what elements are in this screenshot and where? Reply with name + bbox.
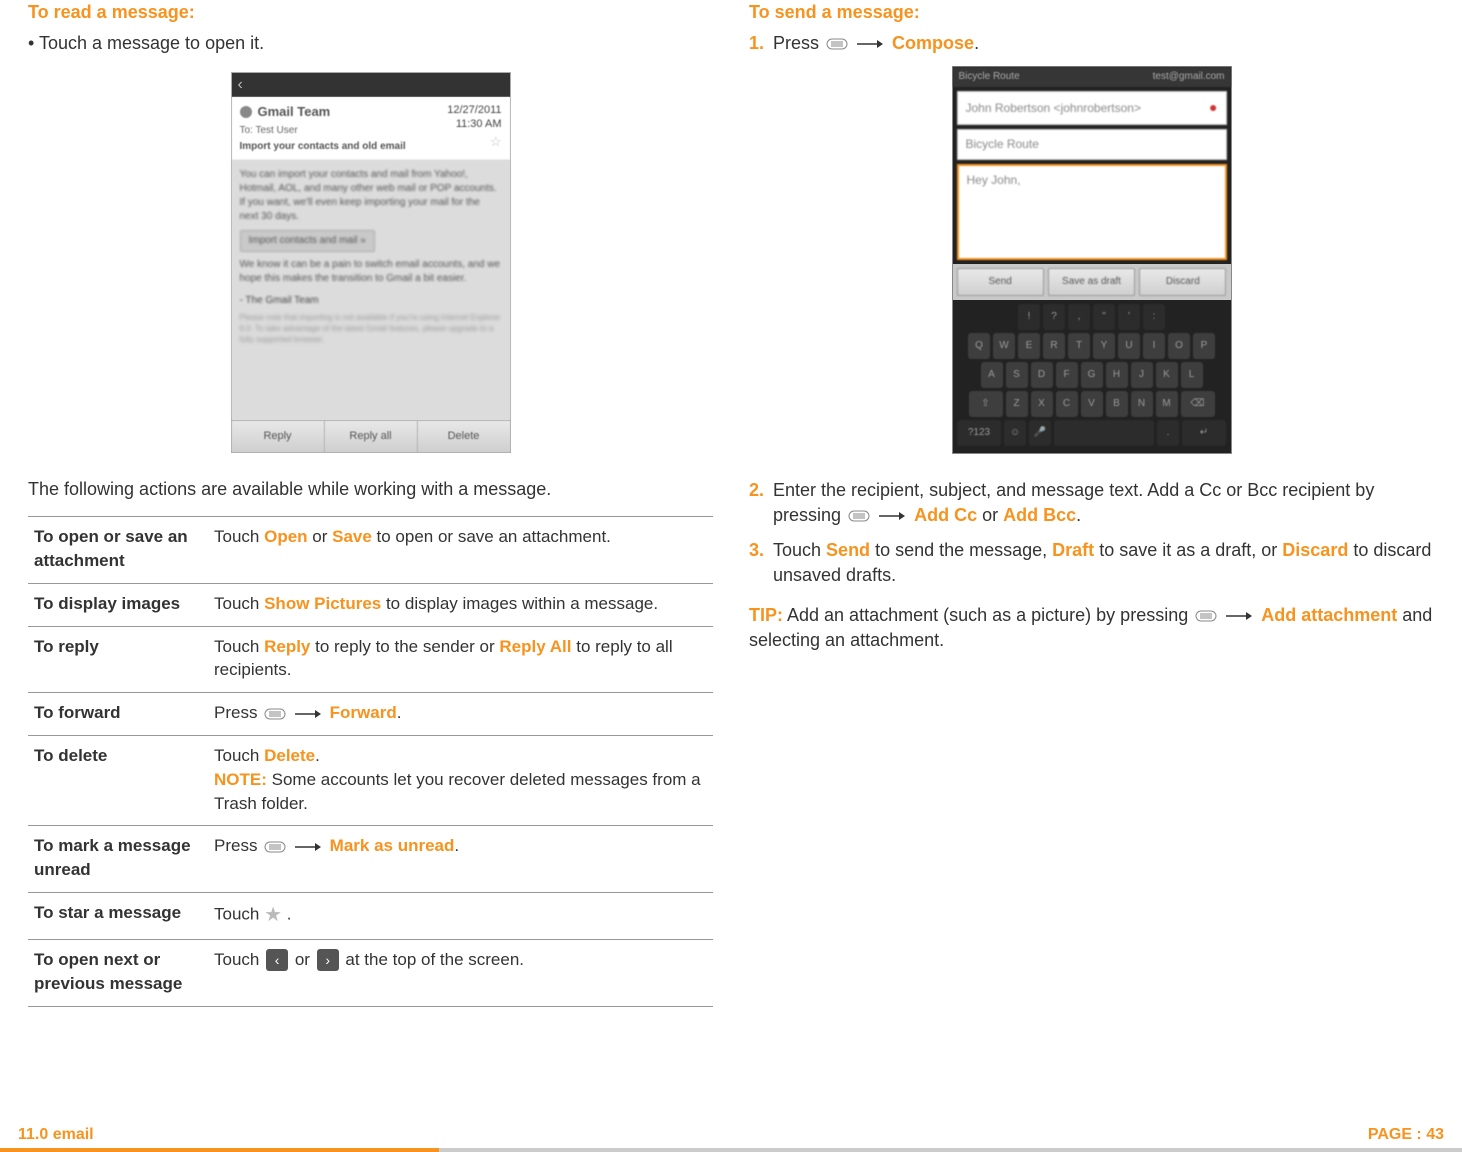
back-icon: ‹ [238,74,243,96]
prev-icon: ‹ [266,949,288,971]
step3-text: Touch Send to send the message, Draft to… [773,538,1434,588]
step3-num: 3. [749,538,773,588]
r1-text: Touch Open or Save to open or save an at… [208,517,713,584]
arrow-icon [857,39,883,49]
star-icon: ☆ [490,133,502,151]
menu-icon [264,841,286,853]
menu-icon [826,38,848,50]
tip-text: TIP: Add an attachment (such as a pictur… [749,603,1434,653]
progress-bar [0,1148,1462,1152]
r8-label: To open next or previous message [28,939,208,1006]
menu-icon [848,510,870,522]
r7-text: Touch ★ . [208,892,713,939]
r2-label: To display images [28,583,208,626]
star-icon: ★ [264,904,282,926]
alert-icon: ● [1209,98,1217,118]
arrow-icon [295,842,321,852]
r4-label: To forward [28,693,208,736]
ps-reply-btn: Reply [232,421,325,452]
arrow-icon [879,511,905,521]
cs-discard-btn: Discard [1139,268,1226,296]
cs-title-right: test@gmail.com [1153,70,1225,84]
cs-send-btn: Send [957,268,1044,296]
r6-text: Press Mark as unread. [208,826,713,893]
cs-save-btn: Save as draft [1048,268,1135,296]
ps-from: Gmail Team [258,103,331,121]
next-icon: › [317,949,339,971]
r2-text: Touch Show Pictures to display images wi… [208,583,713,626]
menu-icon [264,708,286,720]
keyboard: !?,"': QWERTYUIOP ASDFGHJKL ⇧ZXCVBNM⌫ ?1… [953,300,1231,453]
ps-replyall-btn: Reply all [325,421,418,452]
cs-subject: Bicycle Route [966,136,1039,153]
r5-label: To delete [28,735,208,825]
left-bullet: • Touch a message to open it. [28,31,713,56]
cs-title-left: Bicycle Route [959,70,1020,84]
r8-text: Touch ‹ or › at the top of the screen. [208,939,713,1006]
r1-label: To open or save an attachment [28,517,208,584]
footer-right: PAGE : 43 [1368,1124,1444,1146]
r5-text: Touch Delete. NOTE: Some accounts let yo… [208,735,713,825]
step2-num: 2. [749,478,773,528]
r4-text: Press Forward. [208,693,713,736]
arrow-icon [295,709,321,719]
ps-body1: You can import your contacts and mail fr… [240,168,502,224]
r7-label: To star a message [28,892,208,939]
ps-delete-btn: Delete [418,421,510,452]
ps-import-btn: Import contacts and mail » [240,230,375,252]
ps-body2: We know it can be a pain to switch email… [240,258,502,286]
r6-label: To mark a message unread [28,826,208,893]
left-heading: To read a message: [28,0,713,25]
arrow-icon [1226,611,1252,621]
cs-to: John Robertson <johnrobertson> [966,100,1141,117]
read-message-screenshot: ‹ Gmail Team 12/27/2011 11:30 AM To: Tes… [231,72,511,453]
right-heading: To send a message: [749,0,1434,25]
ps-time: 11:30 AM [456,117,502,132]
cs-body: Hey John, [957,164,1227,260]
actions-table: To open or save an attachment Touch Open… [28,516,713,1006]
r3-label: To reply [28,626,208,693]
compose-screenshot: Bicycle Route test@gmail.com John Robert… [952,66,1232,453]
r3-text: Touch Reply to reply to the sender or Re… [208,626,713,693]
step2-text: Enter the recipient, subject, and messag… [773,478,1434,528]
step1-num: 1. [749,31,773,56]
footer-left: 11.0 email [18,1124,94,1146]
step1-text: Press Compose. [773,31,1434,56]
actions-intro: The following actions are available whil… [28,477,713,502]
ps-subject: Import your contacts and old email [240,140,502,154]
ps-sign: - The Gmail Team [240,294,502,308]
menu-icon [1195,610,1217,622]
ps-fine: Please note that importing is not availa… [240,312,502,346]
